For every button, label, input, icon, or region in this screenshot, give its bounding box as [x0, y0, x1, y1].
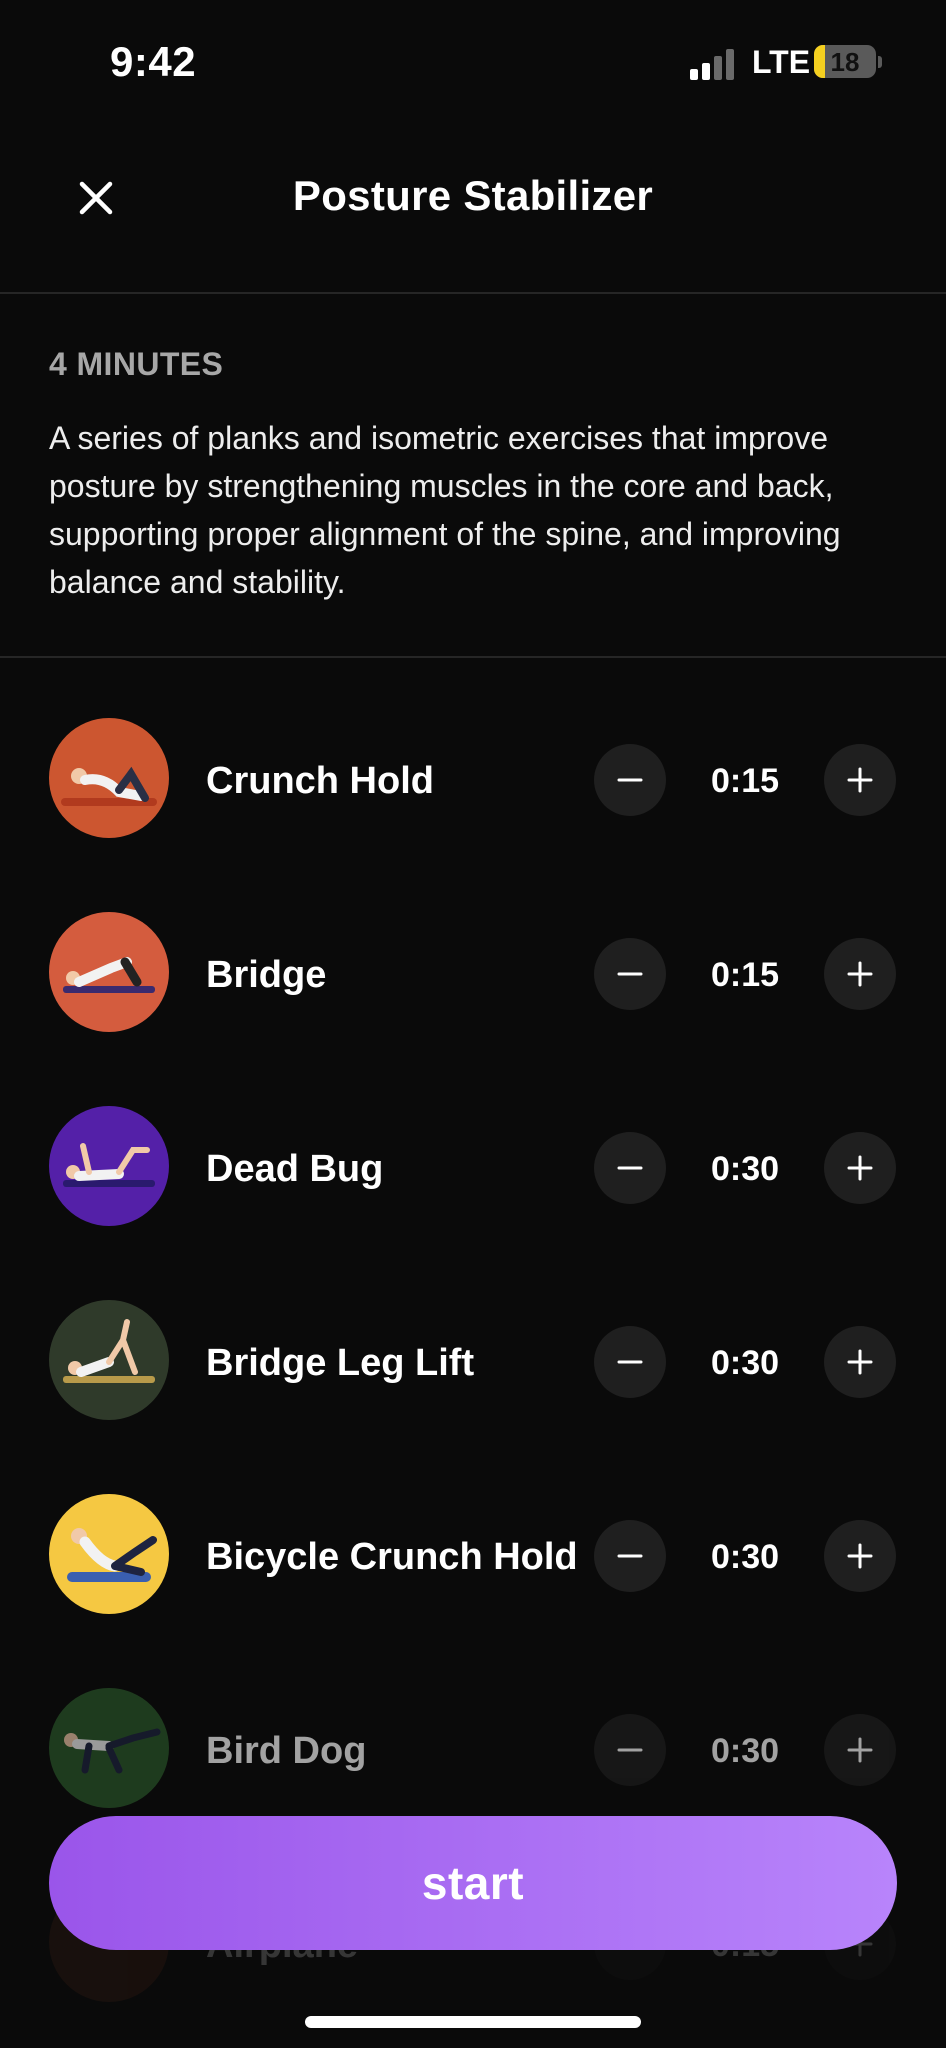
exercise-row: Dead Bug 0:30: [0, 1046, 946, 1240]
workout-duration: 4 MINUTES: [49, 346, 224, 382]
plus-icon: [847, 1543, 873, 1569]
header: Posture Stabilizer: [0, 120, 946, 294]
exercise-thumbnail: [49, 1688, 169, 1808]
exercise-time: 0:30: [710, 1732, 780, 1770]
network-label: LTE: [752, 44, 811, 80]
exercise-name: Dead Bug: [206, 1148, 384, 1190]
exercise-thumbnail: [49, 718, 169, 838]
exercise-name: Bird Dog: [206, 1730, 367, 1772]
exercise-thumbnail: [49, 912, 169, 1032]
workout-intro: 4 MINUTES A series of planks and isometr…: [0, 294, 946, 658]
exercise-name: Crunch Hold: [206, 760, 434, 802]
plus-icon: [847, 1349, 873, 1375]
exercise-time: 0:30: [710, 1538, 780, 1576]
exercise-row: Bridge Leg Lift 0:30: [0, 1240, 946, 1434]
exercise-time: 0:15: [710, 762, 780, 800]
battery-cap: [878, 56, 882, 68]
exercise-row: Bicycle Crunch Hold 0:30: [0, 1434, 946, 1628]
decrease-time-button[interactable]: [594, 1714, 666, 1786]
page-title: Posture Stabilizer: [292, 172, 654, 219]
minus-icon: [617, 778, 643, 782]
exercise-name: Bridge: [206, 954, 327, 996]
exercise-thumbnail: [49, 1494, 169, 1614]
exercise-row: Bridge 0:15: [0, 852, 946, 1046]
decrease-time-button[interactable]: [594, 938, 666, 1010]
decrease-time-button[interactable]: [594, 1520, 666, 1592]
minus-icon: [617, 1554, 643, 1558]
minus-icon: [617, 972, 643, 976]
increase-time-button[interactable]: [824, 1714, 896, 1786]
increase-time-button[interactable]: [824, 1520, 896, 1592]
home-indicator: [305, 2016, 641, 2028]
exercise-name: Bridge Leg Lift: [206, 1342, 475, 1384]
status-time: 9:42: [110, 38, 197, 85]
increase-time-button[interactable]: [824, 1326, 896, 1398]
exercise-row: Bird Dog 0:30: [0, 1628, 946, 1822]
minus-icon: [617, 1748, 643, 1752]
increase-time-button[interactable]: [824, 938, 896, 1010]
workout-description: A series of planks and isometric exercis…: [49, 420, 841, 600]
plus-icon: [847, 1155, 873, 1181]
exercise-time: 0:15: [710, 956, 780, 994]
exercise-time: 0:30: [710, 1344, 780, 1382]
increase-time-button[interactable]: [824, 1132, 896, 1204]
signal-icon: [690, 48, 740, 80]
decrease-time-button[interactable]: [594, 1132, 666, 1204]
decrease-time-button[interactable]: [594, 1326, 666, 1398]
plus-icon: [847, 767, 873, 793]
minus-icon: [617, 1166, 643, 1170]
start-button[interactable]: start: [49, 1816, 897, 1950]
exercise-name: Bicycle Crunch Hold: [206, 1536, 578, 1578]
battery-level: 18: [830, 47, 860, 77]
decrease-time-button[interactable]: [594, 744, 666, 816]
exercise-thumbnail: [49, 1300, 169, 1420]
exercise-time: 0:30: [710, 1150, 780, 1188]
exercise-row: Crunch Hold 0:15: [0, 658, 946, 852]
increase-time-button[interactable]: [824, 744, 896, 816]
exercise-thumbnail: [49, 1106, 169, 1226]
battery-icon: 18: [814, 45, 876, 78]
plus-icon: [847, 961, 873, 987]
minus-icon: [617, 1360, 643, 1364]
status-bar: 9:42 LTE 18: [0, 0, 946, 120]
plus-icon: [847, 1737, 873, 1763]
